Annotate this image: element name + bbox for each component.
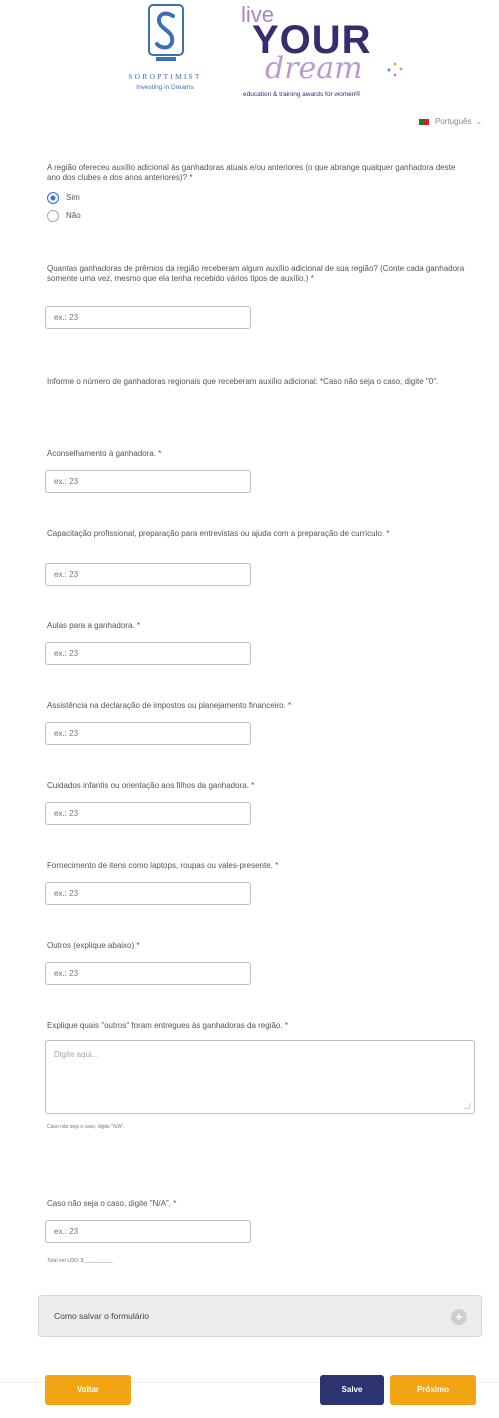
question-explain-others: Explique quais "outros" foram entregues … <box>47 1021 288 1030</box>
live-your-dream-logo: live YOUR dream education & training awa… <box>235 4 415 104</box>
question-classes: Aulas para a ganhadora. * <box>47 621 140 630</box>
explain-others-textarea[interactable]: Digite aqui... <box>45 1040 475 1114</box>
language-label: Português <box>435 117 472 126</box>
question-winners-count: Quantas ganhadoras de prêmios da região … <box>47 264 465 283</box>
radio-option-yes[interactable]: Sim <box>47 191 147 205</box>
radio-no-label: Não <box>66 211 81 220</box>
flag-portugal-icon <box>419 118 429 125</box>
sparkle-dots-icon <box>387 62 403 77</box>
counseling-input[interactable] <box>45 470 251 493</box>
total-usd-input[interactable] <box>45 1220 251 1243</box>
soroptimist-name: SOROPTIMIST <box>128 72 202 81</box>
how-to-save-accordion[interactable]: Como salvar o formulário + <box>38 1295 482 1337</box>
plus-icon[interactable]: + <box>451 1309 467 1325</box>
resize-handle-icon[interactable] <box>464 1103 470 1109</box>
logo-dream-text: dream <box>265 51 363 86</box>
radio-yes-indicator[interactable] <box>47 192 59 204</box>
language-selector[interactable]: Português ⌄ <box>419 117 482 126</box>
save-button[interactable]: Salve <box>320 1375 384 1405</box>
radio-no-indicator[interactable] <box>47 210 59 222</box>
logo-subtitle: education & training awards for women® <box>243 91 361 98</box>
winners-count-input[interactable] <box>45 306 251 329</box>
question-additional-aid: A região ofereceu auxílio adicional às g… <box>47 163 456 182</box>
soroptimist-tagline: Investing in Dreams <box>136 84 194 91</box>
page-header: SOROPTIMIST Investing in Dreams live YOU… <box>0 0 499 110</box>
total-usd-note: Total em USD: $ __________ <box>47 1258 113 1264</box>
others-input[interactable] <box>45 962 251 985</box>
explain-others-note: Caso não seja o caso, digite "N/A". <box>47 1124 125 1130</box>
question-total-usd: Caso não seja o caso, digite "N/A". * <box>47 1199 177 1208</box>
question-items-supply: Fornecimento de itens como laptops, roup… <box>47 861 279 870</box>
chevron-down-icon: ⌄ <box>475 117 483 126</box>
question-professional-training: Capacitação profissional, preparação par… <box>47 529 390 538</box>
question-others: Outros (explique abaixo) * <box>47 941 140 950</box>
radio-option-no[interactable]: Não <box>47 209 147 223</box>
textarea-placeholder: Digite aqui... <box>54 1050 99 1059</box>
radio-yes-label: Sim <box>66 193 80 202</box>
soroptimist-logo: SOROPTIMIST Investing in Dreams <box>100 4 230 99</box>
tax-assistance-input[interactable] <box>45 722 251 745</box>
next-button[interactable]: Próximo <box>390 1375 476 1405</box>
accordion-title: Como salvar o formulário <box>54 1311 149 1321</box>
soroptimist-emblem-icon <box>148 4 184 61</box>
classes-input[interactable] <box>45 642 251 665</box>
question-counseling: Aconselhamento à ganhadora. * <box>47 449 162 458</box>
back-button[interactable]: Voltar <box>45 1375 131 1405</box>
child-care-input[interactable] <box>45 802 251 825</box>
items-supply-input[interactable] <box>45 882 251 905</box>
info-text: Informe o número de ganhadoras regionais… <box>47 377 439 386</box>
question-tax-assistance: Assistência na declaração de impostos ou… <box>47 701 292 710</box>
professional-training-input[interactable] <box>45 563 251 586</box>
question-child-care: Cuidados infantis ou orientação aos filh… <box>47 781 255 790</box>
